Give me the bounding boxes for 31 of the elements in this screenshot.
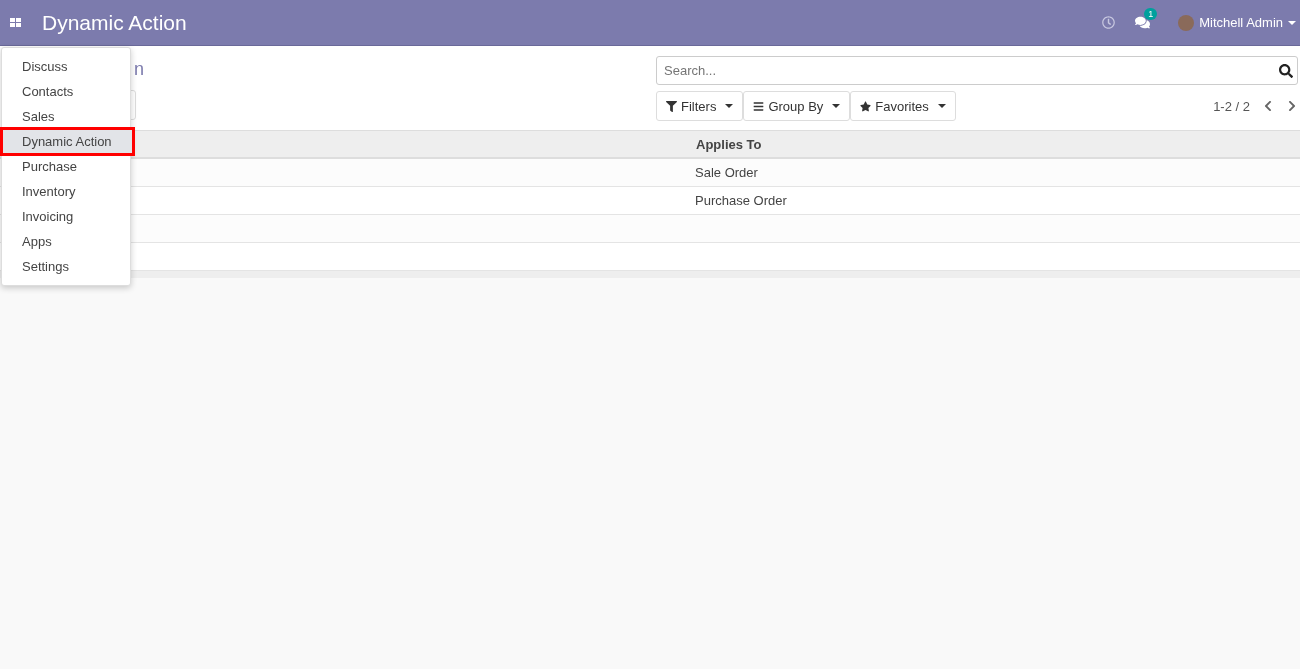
column-header: Applies To	[692, 131, 1300, 159]
filter-dropdown-button[interactable]: Group By	[743, 91, 851, 121]
apps-grid-icon[interactable]	[10, 17, 22, 28]
breadcrumb[interactable]: n	[134, 59, 656, 80]
chevron-left-icon	[1262, 100, 1274, 112]
menu-item[interactable]: Sales	[2, 104, 130, 129]
menu-item[interactable]: Settings	[2, 254, 130, 279]
star-icon	[860, 100, 872, 112]
pager-value: 1-2 / 2	[1213, 98, 1250, 114]
caret-icon[interactable]	[1288, 20, 1296, 25]
filter-icon	[666, 100, 677, 112]
menu-item[interactable]: Invoicing	[2, 204, 130, 229]
app-title: Dynamic Action	[42, 10, 187, 35]
avatar	[1178, 14, 1195, 31]
search-icon[interactable]	[1279, 63, 1293, 78]
list-icon	[753, 100, 765, 112]
chevron-right-icon	[1286, 100, 1298, 112]
clock-icon[interactable]	[1102, 16, 1116, 29]
filter-dropdown-button[interactable]: Favorites	[850, 91, 956, 121]
menu-item[interactable]: Discuss	[2, 54, 130, 79]
menu-item[interactable]: Purchase	[2, 154, 130, 179]
menu-item[interactable]: Inventory	[2, 179, 130, 204]
menu-item[interactable]: Dynamic Action	[2, 129, 133, 154]
message-count-badge: 1	[1144, 8, 1158, 20]
menu-item[interactable]: Apps	[2, 229, 130, 254]
search-field[interactable]: Search...	[662, 62, 1279, 79]
menu-item[interactable]: Contacts	[2, 79, 130, 104]
chat-icon[interactable]	[1135, 15, 1151, 30]
filter-dropdown-button[interactable]: Filters	[656, 91, 744, 121]
search-bar[interactable]: Search...	[656, 56, 1298, 85]
user-name[interactable]: Mitchell Admin	[1199, 15, 1283, 30]
